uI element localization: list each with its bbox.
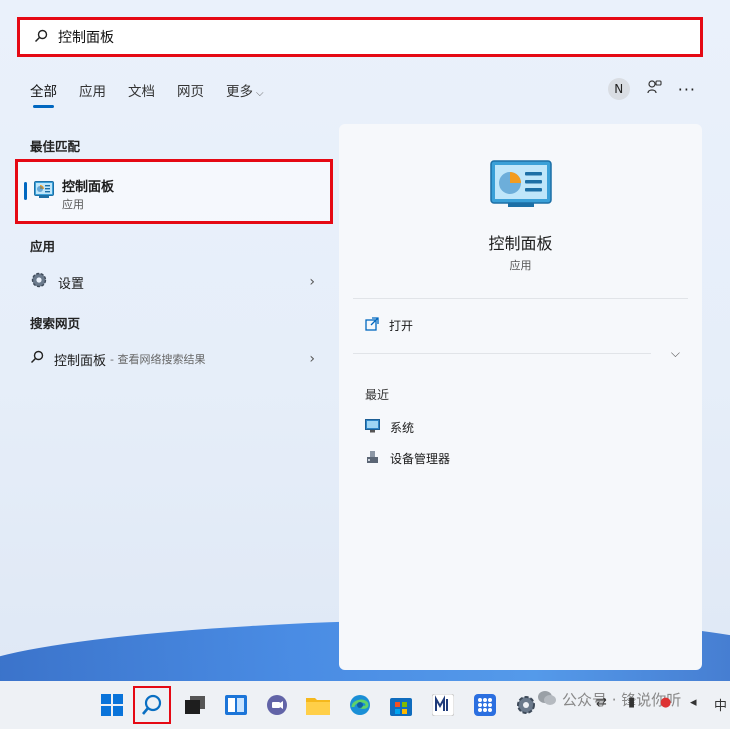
open-action[interactable]: 打开: [365, 317, 413, 334]
network-icon[interactable]: ⇄: [596, 695, 607, 710]
recent-item-label: 系统: [390, 421, 415, 435]
tab-label: 文档: [128, 84, 155, 100]
input-language[interactable]: 中: [714, 695, 727, 714]
monitor-icon[interactable]: ▮: [628, 695, 635, 710]
tab-apps[interactable]: 应用: [79, 80, 106, 108]
search-box[interactable]: [17, 17, 703, 57]
taskbar: 公众号 · 锋说你听 ⇄ ▮ ● ◂ 中: [0, 681, 730, 729]
tab-documents[interactable]: 文档: [128, 80, 155, 108]
detail-title: 控制面板: [488, 234, 553, 253]
section-apps: 应用: [30, 239, 56, 254]
app-result-label: 设置: [58, 276, 85, 292]
app-grid-icon[interactable]: [473, 693, 497, 717]
taskbar-search-icon[interactable]: [140, 693, 164, 717]
open-label: 打开: [389, 319, 414, 333]
chevron-right-icon[interactable]: ›: [309, 351, 315, 367]
selection-indicator: [24, 182, 27, 200]
widgets-icon[interactable]: [224, 693, 248, 717]
task-view-icon[interactable]: [183, 693, 207, 717]
tab-label: 应用: [79, 84, 106, 100]
microsoft-store-icon[interactable]: [389, 693, 413, 717]
app-m-icon[interactable]: [431, 693, 455, 717]
tab-label: 全部: [30, 84, 57, 100]
search-icon: [34, 28, 48, 47]
control-panel-large-icon: [490, 160, 552, 212]
more-options-icon[interactable]: ···: [678, 80, 696, 99]
best-match-subtitle: 应用: [62, 198, 84, 211]
tab-label: 网页: [177, 84, 204, 100]
best-match-result[interactable]: 控制面板 应用: [15, 159, 333, 224]
account-avatar[interactable]: N: [607, 78, 630, 100]
divider: [353, 353, 651, 354]
volume-icon[interactable]: ◂: [690, 695, 697, 710]
app-result-settings[interactable]: 设置 ›: [30, 270, 315, 294]
web-result-hint: - 查看网络搜索结果: [110, 353, 206, 366]
wechat-icon: [538, 690, 556, 710]
detail-pane: 控制面板 应用 打开 ⌵ 最近 系统 设备管理器: [339, 124, 702, 670]
section-best-match: 最佳匹配: [30, 139, 81, 154]
settings-gear-icon[interactable]: [514, 693, 538, 717]
device-manager-icon: [365, 449, 380, 467]
recent-item-device-manager[interactable]: 设备管理器: [365, 449, 450, 467]
header-actions: N ···: [607, 78, 696, 100]
edge-browser-icon[interactable]: [348, 693, 372, 717]
detail-subtitle: 应用: [509, 259, 532, 272]
avatar-initial: N: [614, 82, 624, 96]
chevron-down-icon[interactable]: ⌵: [671, 346, 680, 361]
control-panel-icon: [34, 181, 54, 203]
error-badge-icon[interactable]: ●: [660, 695, 671, 710]
tab-all[interactable]: 全部: [30, 80, 57, 108]
system-monitor-icon: [365, 419, 380, 436]
web-result-label: 控制面板: [54, 353, 107, 369]
chevron-down-icon: ⌵: [256, 88, 264, 99]
divider: [353, 298, 688, 299]
search-icon: [30, 350, 44, 368]
web-result[interactable]: 控制面板 - 查看网络搜索结果 ›: [30, 347, 315, 371]
file-explorer-icon[interactable]: [306, 693, 330, 717]
search-panel: 全部 应用 文档 网页 更多⌵ N ··· 最佳匹配 控制面板 应用 应用 设置…: [0, 0, 730, 681]
tab-web[interactable]: 网页: [177, 80, 204, 108]
best-match-title: 控制面板: [62, 180, 115, 195]
open-external-icon: [365, 317, 379, 334]
filter-tabs: 全部 应用 文档 网页 更多 ⌵: [30, 80, 286, 108]
recent-item-system[interactable]: 系统: [365, 419, 414, 436]
recent-label: 最近: [365, 388, 390, 402]
chevron-right-icon[interactable]: ›: [309, 274, 315, 290]
tab-more[interactable]: 更多 ⌵: [226, 80, 264, 108]
section-web: 搜索网页: [30, 316, 81, 331]
search-input[interactable]: [58, 29, 658, 45]
share-icon[interactable]: [646, 79, 662, 99]
settings-gear-icon: [30, 271, 48, 293]
recent-item-label: 设备管理器: [390, 451, 451, 466]
tab-label: 更多: [226, 84, 253, 100]
chat-icon[interactable]: [265, 693, 289, 717]
start-windows-icon[interactable]: [100, 693, 124, 717]
